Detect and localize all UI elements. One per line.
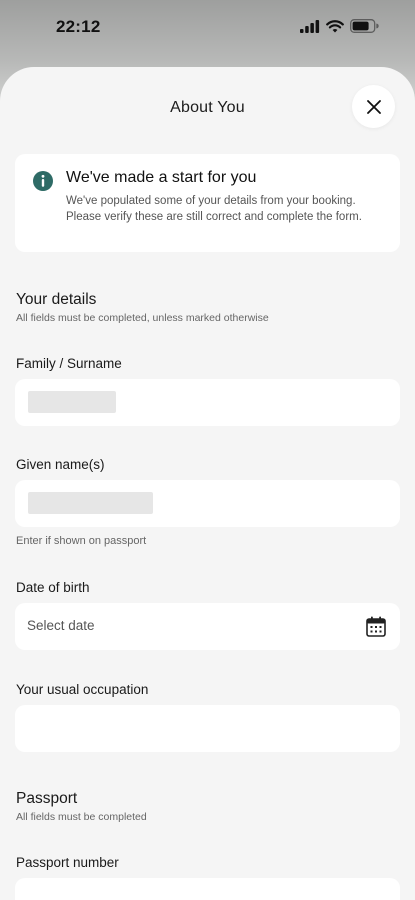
redacted-value [28,492,153,514]
status-icons [300,18,379,34]
battery-icon [350,19,379,33]
occupation-field[interactable] [15,705,400,752]
about-you-sheet: About You We've made a start for you We'… [0,67,415,900]
close-icon [366,99,381,114]
redacted-value [28,391,116,413]
given-names-label: Given name(s) [16,457,105,472]
info-card-body: We've populated some of your details fro… [66,195,362,223]
passport-number-field[interactable] [15,878,400,900]
dob-field[interactable]: Select date [15,603,400,650]
cellular-signal-icon [300,19,320,33]
occupation-label: Your usual occupation [16,682,149,697]
given-names-field[interactable] [15,480,400,527]
calendar-icon[interactable] [366,616,386,637]
wifi-icon [326,19,344,32]
passport-subheading: All fields must be completed [16,811,147,823]
surname-label: Family / Surname [16,356,122,371]
dob-placeholder: Select date [27,618,95,633]
status-time: 22:12 [56,17,101,36]
info-card-title: We've made a start for you [66,169,257,186]
your-details-subheading: All fields must be completed, unless mar… [16,312,269,324]
close-button[interactable] [352,85,395,128]
status-bar: 22:12 [0,0,415,56]
info-card: We've made a start for you We've populat… [15,154,400,252]
surname-field[interactable] [15,379,400,426]
your-details-heading: Your details [16,291,97,308]
passport-number-label: Passport number [16,855,119,870]
passport-heading: Passport [16,790,78,807]
dob-label: Date of birth [16,580,90,595]
given-names-hint: Enter if shown on passport [16,535,147,547]
info-icon [33,171,53,191]
